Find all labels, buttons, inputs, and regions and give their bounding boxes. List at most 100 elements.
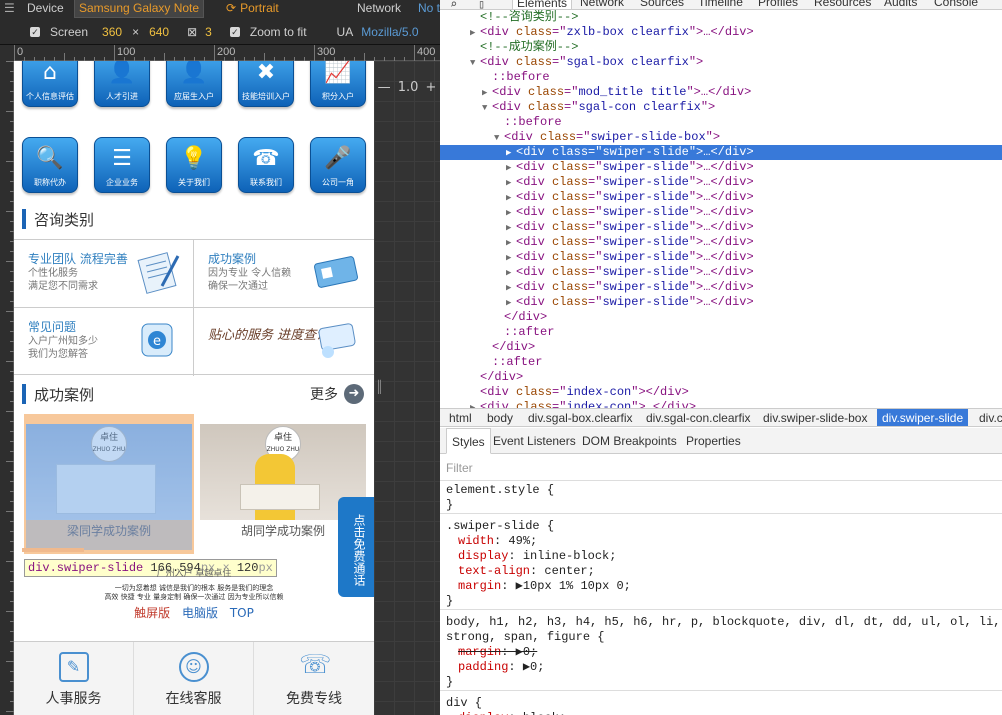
- css-selector[interactable]: .swiper-slide {: [446, 519, 1002, 534]
- dom-node[interactable]: ▶ <div class="swiper-slide">…</div>: [440, 265, 1002, 280]
- expand-arrow-icon[interactable]: ▶: [506, 176, 516, 191]
- dom-node[interactable]: <!--咨询类别-->: [440, 10, 1002, 25]
- css-property[interactable]: display: inline-block;: [446, 549, 1002, 564]
- service-button[interactable]: 🔍 职称代办: [22, 137, 78, 193]
- network-select[interactable]: No t: [418, 1, 440, 15]
- screen-height-input[interactable]: 640: [149, 25, 169, 39]
- breadcrumb-item[interactable]: html: [444, 409, 477, 426]
- expand-arrow-icon[interactable]: ▶: [470, 26, 480, 41]
- dom-node[interactable]: ▼ <div class="swiper-slide-box">: [440, 130, 1002, 145]
- dom-node[interactable]: ::before: [440, 70, 1002, 85]
- free-hotline-tab[interactable]: ☏ 免费专线: [254, 642, 374, 715]
- consult-item-faq[interactable]: 常见问题 入户广州知多少 我们为您解答 e: [14, 308, 194, 375]
- expand-arrow-icon[interactable]: ▶: [482, 86, 492, 101]
- breadcrumb-item[interactable]: div.sgal-box.clearfix: [523, 409, 637, 426]
- css-selector[interactable]: strong, span, figure {: [446, 630, 1002, 645]
- zoom-out-button[interactable]: —: [378, 80, 391, 95]
- sidebar-tab[interactable]: DOM Breakpoints: [582, 428, 677, 454]
- sidebar-tab[interactable]: Styles: [446, 428, 491, 454]
- expand-arrow-icon[interactable]: ▶: [506, 146, 516, 161]
- tab-elements[interactable]: Elements: [512, 0, 573, 9]
- dom-node[interactable]: <div class="index-con"></div>: [440, 385, 1002, 400]
- css-property[interactable]: display: block;: [446, 711, 1002, 715]
- dom-node[interactable]: ▶ <div class="index-con">…</div>: [440, 400, 1002, 408]
- hr-service-tab[interactable]: ✎ 人事服务: [14, 642, 134, 715]
- sidebar-tab[interactable]: Properties: [686, 428, 741, 454]
- consult-item-cases[interactable]: 成功案例 因为专业 令人信赖 确保一次通过: [194, 240, 374, 307]
- drawer-icon[interactable]: ☰: [4, 1, 15, 15]
- tab-profiles[interactable]: Profiles: [758, 0, 798, 9]
- ua-input[interactable]: Mozilla/5.0: [361, 25, 418, 39]
- dom-node[interactable]: ▼ <div class="sgal-con clearfix">: [440, 100, 1002, 115]
- dom-node[interactable]: ▶ <div class="swiper-slide">…</div>: [440, 220, 1002, 235]
- screen-checkbox[interactable]: ✓: [30, 27, 40, 37]
- expand-arrow-icon[interactable]: ▶: [506, 266, 516, 281]
- dom-node[interactable]: ▶ <div class="swiper-slide">…</div>: [440, 205, 1002, 220]
- tab-sources[interactable]: Sources: [640, 0, 684, 9]
- sidebar-tab[interactable]: Event Listeners: [493, 428, 576, 454]
- service-button[interactable]: ☎ 联系我们: [238, 137, 294, 193]
- dom-node[interactable]: ::after: [440, 355, 1002, 370]
- dom-node[interactable]: ▶ <div class="zxlb-box clearfix">…</div>: [440, 25, 1002, 40]
- css-property[interactable]: width: 49%;: [446, 534, 1002, 549]
- css-selector[interactable]: body, h1, h2, h3, h4, h5, h6, hr, p, blo…: [446, 615, 1002, 630]
- zoom-checkbox[interactable]: ✓: [229, 27, 240, 37]
- css-selector[interactable]: element.style {: [446, 483, 1002, 498]
- css-property[interactable]: padding: ▶0;: [446, 660, 1002, 675]
- dom-node[interactable]: ::after: [440, 325, 1002, 340]
- expand-arrow-icon[interactable]: ▶: [506, 191, 516, 206]
- collapse-arrow-icon[interactable]: ▼: [494, 131, 504, 146]
- expand-arrow-icon[interactable]: ▶: [506, 236, 516, 251]
- more-link[interactable]: 更多 ➜: [310, 384, 364, 404]
- dom-node[interactable]: ▶ <div class="swiper-slide">…</div>: [440, 190, 1002, 205]
- dom-node[interactable]: ▼ <div class="sgal-box clearfix">: [440, 55, 1002, 70]
- screen-width-input[interactable]: 360: [102, 25, 122, 39]
- free-call-button[interactable]: 点击免费通话: [338, 497, 374, 597]
- resize-handle[interactable]: ║: [376, 380, 383, 394]
- device-select[interactable]: Samsung Galaxy Note: [74, 0, 205, 18]
- styles-filter-input[interactable]: Filter: [440, 455, 1002, 481]
- service-button[interactable]: 💡 关于我们: [166, 137, 222, 193]
- dom-node[interactable]: ::before: [440, 115, 1002, 130]
- consult-item-progress[interactable]: 贴心的服务 进度查询: [194, 308, 374, 375]
- tab-audits[interactable]: Audits: [884, 0, 917, 9]
- dom-node[interactable]: </div>: [440, 310, 1002, 325]
- expand-arrow-icon[interactable]: ▶: [506, 206, 516, 221]
- dom-node[interactable]: </div>: [440, 370, 1002, 385]
- dom-node[interactable]: ▶ <div class="swiper-slide">…</div>: [440, 160, 1002, 175]
- top-link[interactable]: TOP: [230, 606, 254, 620]
- dom-node[interactable]: ▶ <div class="swiper-slide">…</div>: [440, 145, 1002, 160]
- expand-arrow-icon[interactable]: ▶: [506, 281, 516, 296]
- service-button[interactable]: ✖ 技能培训入户: [238, 61, 294, 107]
- dom-node[interactable]: ▶ <div class="mod_title title">…</div>: [440, 85, 1002, 100]
- dom-node[interactable]: ▶ <div class="swiper-slide">…</div>: [440, 280, 1002, 295]
- consult-item-team[interactable]: 专业团队 流程完善 个性化服务 满足您不同需求: [14, 240, 194, 307]
- service-button[interactable]: 👤 人才引进: [94, 61, 150, 107]
- breadcrumb-item[interactable]: div.co: [974, 409, 1002, 426]
- service-button[interactable]: 🎤 公司一角: [310, 137, 366, 193]
- collapse-arrow-icon[interactable]: ▼: [470, 56, 480, 71]
- dom-node[interactable]: ▶ <div class="swiper-slide">…</div>: [440, 295, 1002, 310]
- expand-arrow-icon[interactable]: ▶: [506, 161, 516, 176]
- tab-timeline[interactable]: Timeline: [698, 0, 743, 9]
- breadcrumb-item[interactable]: body: [482, 409, 518, 426]
- online-support-tab[interactable]: ☺ 在线客服: [134, 642, 254, 715]
- zoom-in-button[interactable]: +: [426, 80, 437, 95]
- dom-node[interactable]: ▶ <div class="swiper-slide">…</div>: [440, 250, 1002, 265]
- breadcrumb-item[interactable]: div.sgal-con.clearfix: [641, 409, 755, 426]
- touch-version-link[interactable]: 触屏版: [134, 606, 170, 620]
- expand-arrow-icon[interactable]: ▶: [470, 401, 480, 408]
- service-button[interactable]: ☰ 企业业务: [94, 137, 150, 193]
- tab-console[interactable]: Console: [934, 0, 978, 9]
- expand-arrow-icon[interactable]: ▶: [506, 221, 516, 236]
- breadcrumb-item[interactable]: div.swiper-slide: [877, 409, 969, 426]
- tab-resources[interactable]: Resources: [814, 0, 871, 9]
- inspect-icon[interactable]: ⌕: [450, 0, 457, 9]
- dom-node[interactable]: ▶ <div class="swiper-slide">…</div>: [440, 175, 1002, 190]
- css-property[interactable]: margin: ▶10px 1% 10px 0;: [446, 579, 1002, 594]
- css-property[interactable]: margin: ▶0;: [446, 645, 1002, 660]
- css-property[interactable]: text-align: center;: [446, 564, 1002, 579]
- dom-node[interactable]: </div>: [440, 340, 1002, 355]
- breadcrumb-item[interactable]: div.swiper-slide-box: [758, 409, 872, 426]
- service-button[interactable]: 👤 应届生入户: [166, 61, 222, 107]
